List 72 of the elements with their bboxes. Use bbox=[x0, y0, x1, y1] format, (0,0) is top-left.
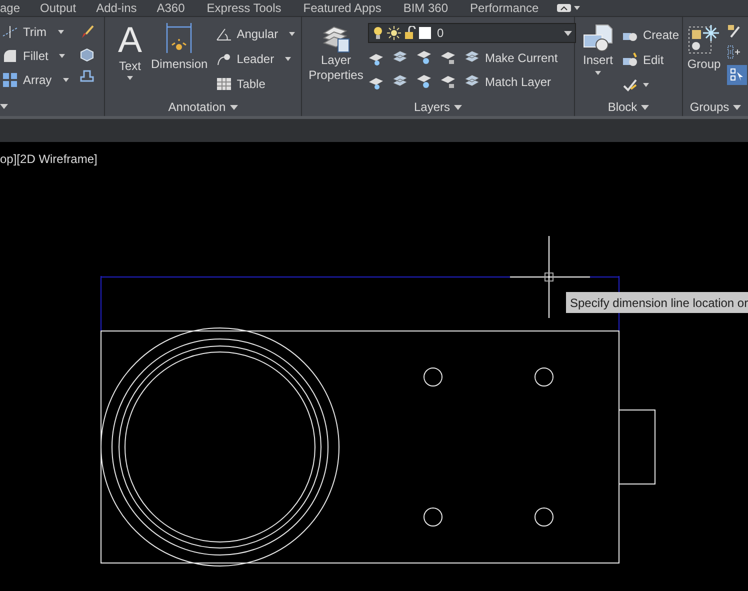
ribbon-tab[interactable]: Output bbox=[40, 0, 76, 17]
dimension-button[interactable]: Dimension bbox=[151, 21, 208, 98]
sun-icon[interactable] bbox=[387, 26, 401, 40]
caret-icon[interactable] bbox=[0, 104, 8, 110]
angle-icon bbox=[216, 26, 232, 42]
caret-icon[interactable] bbox=[595, 71, 601, 75]
tool-button[interactable]: Array bbox=[2, 71, 69, 89]
caret-icon[interactable] bbox=[454, 104, 462, 110]
tool-button[interactable]: Fillet bbox=[2, 47, 69, 65]
tooltip: Specify dimension line location or bbox=[566, 292, 748, 313]
caret-icon[interactable] bbox=[641, 104, 650, 110]
leader-icon bbox=[216, 51, 232, 67]
grid-icon bbox=[2, 72, 18, 88]
caret-icon[interactable] bbox=[62, 78, 69, 82]
hole-circle bbox=[534, 508, 554, 526]
group-selection-toggle[interactable] bbox=[727, 65, 747, 85]
dimension-icon bbox=[164, 21, 194, 55]
color-swatch bbox=[419, 27, 431, 39]
hole-circle bbox=[534, 368, 554, 386]
layer-properties-button[interactable]: Layer Properties bbox=[308, 23, 364, 98]
ribbon-tab[interactable]: Express Tools bbox=[206, 0, 282, 17]
panel-title[interactable]: Block bbox=[608, 98, 638, 116]
fillet-icon bbox=[2, 48, 18, 64]
padlock-icon[interactable] bbox=[404, 26, 416, 40]
insert-button[interactable]: Insert bbox=[580, 23, 616, 98]
box-icon[interactable] bbox=[78, 46, 95, 62]
caret-icon[interactable] bbox=[127, 76, 133, 80]
group-button[interactable]: Group bbox=[687, 23, 721, 98]
panel-title[interactable]: Annotation bbox=[168, 98, 226, 116]
caret-icon[interactable] bbox=[285, 57, 292, 61]
layer-lock-icon[interactable] bbox=[440, 50, 456, 66]
hole-circle bbox=[424, 368, 442, 386]
tool-button[interactable]: Create bbox=[622, 26, 680, 44]
ribbon-tab[interactable]: A360 bbox=[156, 0, 185, 17]
hole-circle bbox=[424, 508, 442, 526]
ribbon-tab[interactable]: BIM 360 bbox=[403, 0, 448, 17]
table-icon bbox=[216, 76, 232, 92]
tool-button[interactable]: Match Layer bbox=[464, 73, 552, 91]
checkmark-icon bbox=[622, 77, 638, 93]
outline-shape-icon[interactable] bbox=[78, 68, 95, 84]
viewport-label[interactable]: op][2D Wireframe] bbox=[0, 150, 98, 168]
collapse-icon bbox=[556, 4, 571, 12]
trim-icon bbox=[2, 24, 18, 40]
caret-icon[interactable] bbox=[289, 32, 296, 36]
tool-button[interactable]: Angular bbox=[216, 25, 296, 43]
ribbon-tab[interactable]: age bbox=[0, 0, 20, 17]
text-button[interactable]: A Text bbox=[113, 21, 147, 98]
ribbon-toggle-button[interactable] bbox=[556, 4, 580, 12]
caret-icon[interactable] bbox=[58, 30, 64, 34]
caret-icon[interactable] bbox=[230, 104, 238, 110]
selection-icon[interactable] bbox=[727, 44, 741, 60]
tool-button[interactable]: Edit bbox=[622, 51, 680, 69]
caret-icon bbox=[574, 6, 580, 10]
ribbon-tab[interactable]: Performance bbox=[470, 0, 539, 17]
caret-icon[interactable] bbox=[59, 54, 66, 58]
layer-lock-icon[interactable] bbox=[440, 74, 456, 90]
tool-button[interactable]: Table bbox=[216, 75, 296, 93]
tool-button[interactable]: Leader bbox=[216, 50, 296, 68]
ribbon-tab[interactable]: Add-ins bbox=[96, 0, 137, 17]
layer-dropdown[interactable]: 0 bbox=[368, 23, 576, 43]
block-edit-icon bbox=[622, 52, 638, 68]
lightbulb-icon[interactable] bbox=[372, 26, 384, 40]
tool-button[interactable]: Trim bbox=[2, 23, 69, 41]
tool-button[interactable]: Make Current bbox=[464, 49, 558, 67]
edit-group-icon[interactable] bbox=[727, 23, 741, 39]
insert-block-icon bbox=[582, 23, 614, 53]
caret-icon[interactable] bbox=[733, 104, 742, 110]
caret-icon[interactable] bbox=[564, 30, 572, 36]
panel-title[interactable]: Groups bbox=[690, 98, 730, 116]
ribbon-tab[interactable]: Featured Apps bbox=[303, 0, 382, 17]
panel-title[interactable]: Layers bbox=[414, 98, 450, 116]
caret-icon bbox=[643, 83, 649, 87]
